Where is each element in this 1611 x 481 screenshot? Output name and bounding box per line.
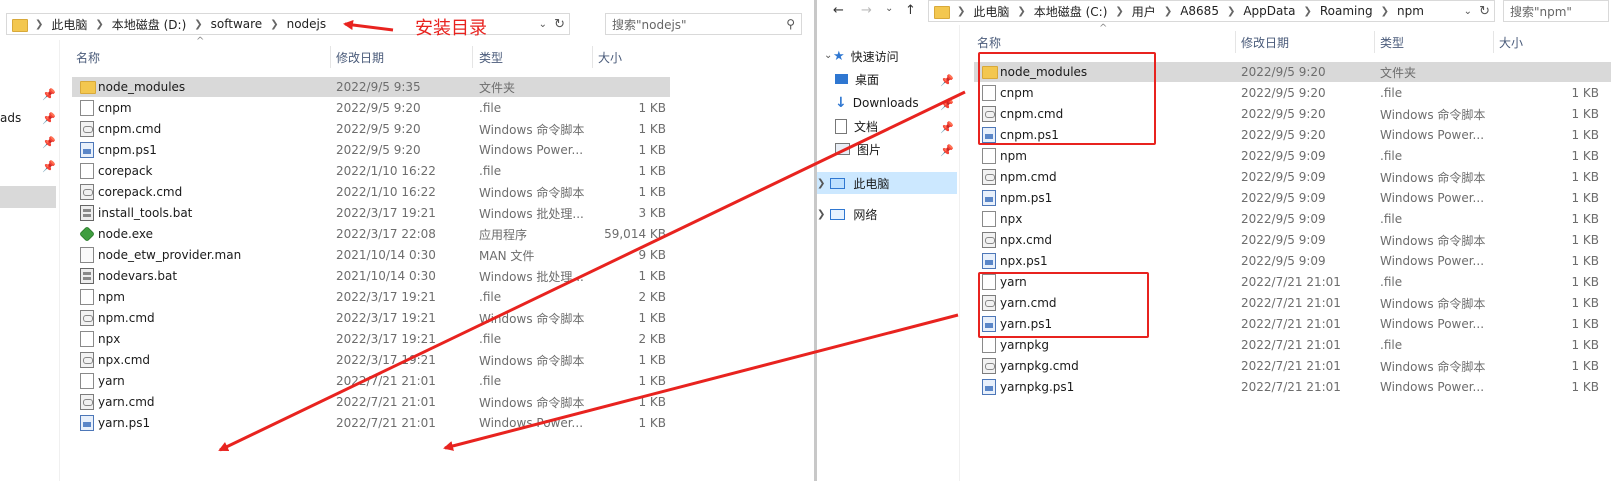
arrow-yarn-to-left — [443, 313, 959, 451]
arrow-to-install-dir — [343, 20, 394, 32]
annotation-arrows — [218, 20, 966, 452]
arrow-cnpm-to-left — [218, 90, 966, 452]
